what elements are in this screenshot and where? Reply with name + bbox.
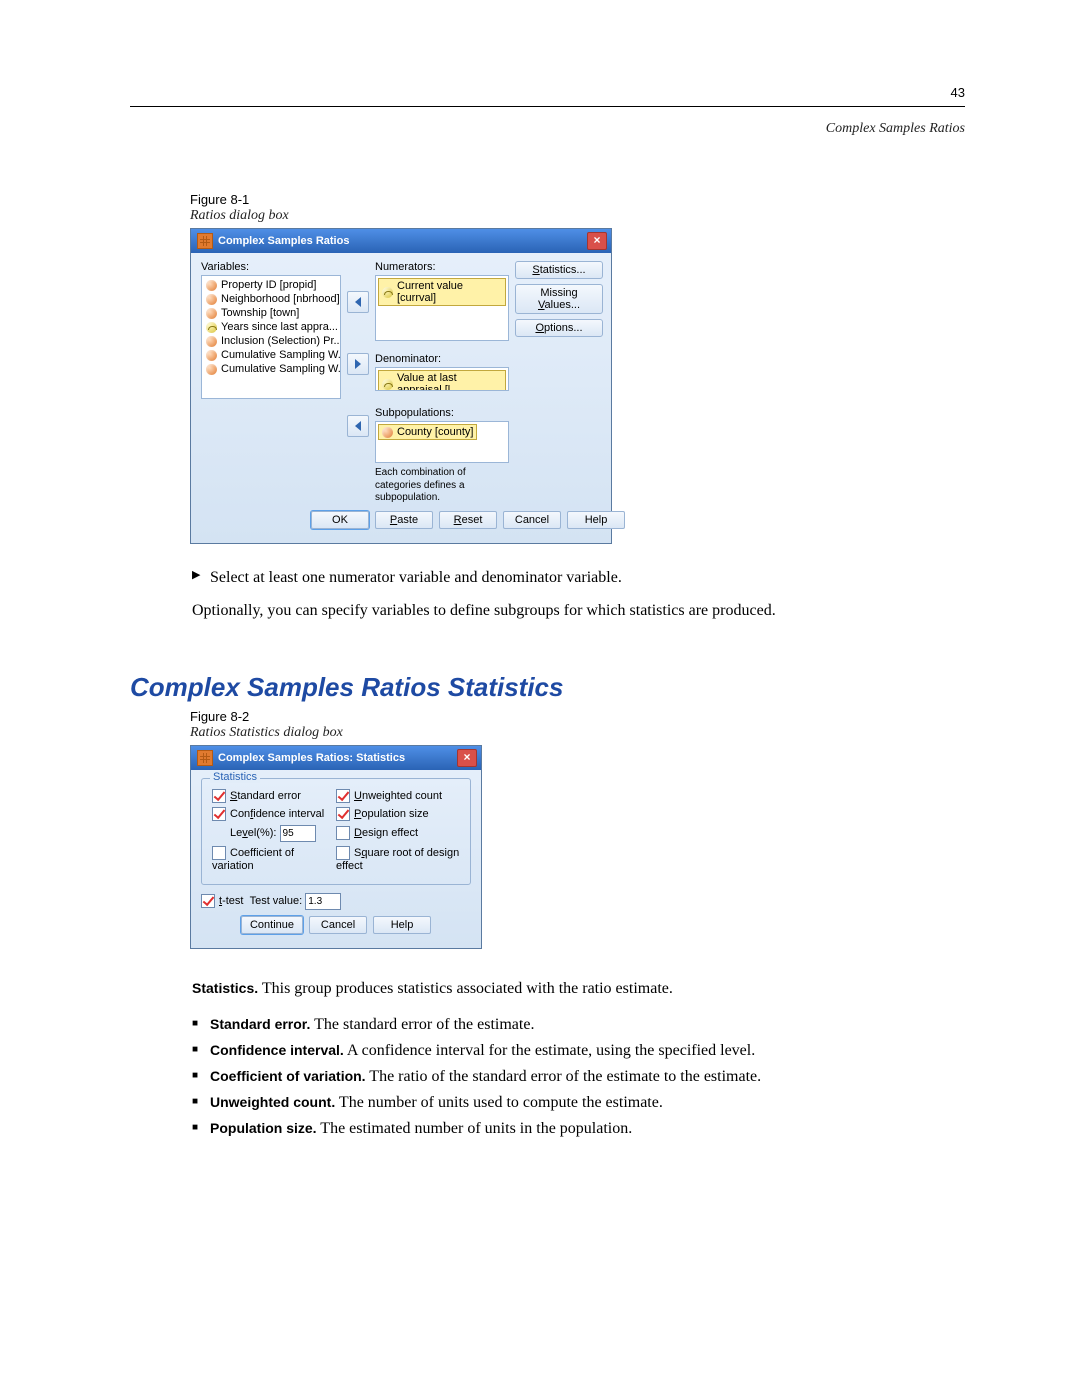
statistics-group: Statistics Standard error Unweighted cou… bbox=[201, 778, 471, 885]
targets-column: Numerators: Current value [currval] Deno… bbox=[375, 261, 509, 505]
statistics-button[interactable]: Statistics... bbox=[515, 261, 603, 279]
sqrt-design-effect-checkbox[interactable] bbox=[336, 846, 350, 860]
numerators-listbox[interactable]: Current value [currval] bbox=[375, 275, 509, 341]
numerators-label: Numerators: bbox=[375, 261, 509, 273]
bullet-item: Population size. The estimated number of… bbox=[192, 1120, 965, 1138]
dialog2-footer: Continue Cancel Help bbox=[201, 910, 471, 938]
move-subpop-button[interactable] bbox=[347, 415, 369, 437]
dialog2-titlebar[interactable]: Complex Samples Ratios: Statistics × bbox=[191, 746, 481, 770]
bullet-item: Unweighted count. The number of units us… bbox=[192, 1094, 965, 1112]
figure-2-caption: Ratios Statistics dialog box bbox=[190, 725, 965, 741]
nominal-icon bbox=[206, 280, 217, 291]
list-item[interactable]: Township [town] bbox=[204, 306, 338, 320]
ttest-checkbox[interactable] bbox=[201, 894, 215, 908]
nominal-icon bbox=[206, 294, 217, 305]
list-item[interactable]: Cumulative Sampling W... bbox=[204, 348, 338, 362]
variables-listbox[interactable]: Property ID [propid] Neighborhood [nbrho… bbox=[201, 275, 341, 399]
bullet-item: Standard error. The standard error of th… bbox=[192, 1016, 965, 1034]
variables-column: Variables: Property ID [propid] Neighbor… bbox=[201, 261, 341, 505]
move-numerator-button[interactable] bbox=[347, 291, 369, 313]
move-denominator-button[interactable] bbox=[347, 353, 369, 375]
subpopulations-listbox[interactable]: County [county] bbox=[375, 421, 509, 463]
test-value-input[interactable]: 1.3 bbox=[305, 893, 341, 910]
scale-icon bbox=[382, 287, 393, 298]
bullet-item: Confidence interval. A confidence interv… bbox=[192, 1042, 965, 1060]
app-icon bbox=[197, 233, 213, 249]
missing-values-button[interactable]: Missing Values... bbox=[515, 284, 603, 314]
subpopulations-label: Subpopulations: bbox=[375, 407, 509, 419]
dialog1-footer: OK Paste Reset Cancel Help bbox=[201, 505, 601, 533]
confidence-interval-checkbox[interactable] bbox=[212, 807, 226, 821]
statistics-bullets: Standard error. The standard error of th… bbox=[130, 1016, 965, 1138]
arrow-right-icon bbox=[355, 359, 361, 369]
optional-paragraph: Optionally, you can specify variables to… bbox=[192, 599, 965, 622]
dialog2-title: Complex Samples Ratios: Statistics bbox=[218, 752, 405, 764]
scale-icon bbox=[382, 379, 393, 390]
unweighted-count-checkbox[interactable] bbox=[336, 789, 350, 803]
cancel-button[interactable]: Cancel bbox=[309, 916, 367, 934]
arrow-left-icon bbox=[355, 297, 361, 307]
app-icon bbox=[197, 750, 213, 766]
options-button[interactable]: Options... bbox=[515, 319, 603, 337]
nominal-icon bbox=[206, 336, 217, 347]
list-item[interactable]: Cumulative Sampling W... bbox=[204, 362, 338, 376]
help-button[interactable]: Help bbox=[373, 916, 431, 934]
nominal-icon bbox=[206, 308, 217, 319]
reset-button[interactable]: Reset bbox=[439, 511, 497, 529]
page: 43 Complex Samples Ratios Figure 8-1 Rat… bbox=[0, 0, 1080, 1397]
scale-icon bbox=[206, 322, 217, 333]
figure-1-block: Figure 8-1 Ratios dialog box Complex Sam… bbox=[190, 192, 965, 544]
stats-intro: Statistics. This group produces statisti… bbox=[192, 977, 965, 1000]
subpop-hint: Each combination of categories defines a… bbox=[375, 467, 509, 505]
level-input[interactable]: 95 bbox=[280, 825, 316, 842]
transfer-buttons-column bbox=[347, 261, 369, 505]
nominal-icon bbox=[206, 350, 217, 361]
coefficient-variation-checkbox[interactable] bbox=[212, 846, 226, 860]
section-heading: Complex Samples Ratios Statistics bbox=[130, 672, 965, 703]
figure-2-label: Figure 8-2 bbox=[190, 709, 965, 724]
running-head: Complex Samples Ratios bbox=[130, 121, 965, 137]
standard-error-checkbox[interactable] bbox=[212, 789, 226, 803]
group-legend: Statistics bbox=[210, 771, 260, 783]
dialog1-titlebar[interactable]: Complex Samples Ratios × bbox=[191, 229, 611, 253]
instruction-list: Select at least one numerator variable a… bbox=[130, 566, 965, 589]
dialog1-body: Variables: Property ID [propid] Neighbor… bbox=[191, 253, 611, 543]
list-item[interactable]: Neighborhood [nbrhood] bbox=[204, 292, 338, 306]
population-size-checkbox[interactable] bbox=[336, 807, 350, 821]
list-item[interactable]: Property ID [propid] bbox=[204, 278, 338, 292]
ratios-dialog: Complex Samples Ratios × Variables: Prop… bbox=[190, 228, 612, 544]
bullet-item: Coefficient of variation. The ratio of t… bbox=[192, 1068, 965, 1086]
list-item[interactable]: Years since last appra... bbox=[204, 320, 338, 334]
arrow-left-icon bbox=[355, 421, 361, 431]
list-item[interactable]: Inclusion (Selection) Pr... bbox=[204, 334, 338, 348]
close-icon[interactable]: × bbox=[587, 232, 607, 250]
statistics-dialog: Complex Samples Ratios: Statistics × Sta… bbox=[190, 745, 482, 949]
ok-button[interactable]: OK bbox=[311, 511, 369, 529]
design-effect-checkbox[interactable] bbox=[336, 826, 350, 840]
ttest-row: t-test Test value: 1.3 bbox=[201, 893, 471, 910]
nominal-icon bbox=[382, 427, 393, 438]
instruction-item: Select at least one numerator variable a… bbox=[192, 566, 965, 589]
close-icon[interactable]: × bbox=[457, 749, 477, 767]
header-rule bbox=[130, 106, 965, 107]
help-button[interactable]: Help bbox=[567, 511, 625, 529]
figure-1-caption: Ratios dialog box bbox=[190, 208, 965, 224]
figure-2-block: Figure 8-2 Ratios Statistics dialog box … bbox=[190, 709, 965, 949]
page-number: 43 bbox=[130, 85, 965, 100]
side-buttons-column: Statistics... Missing Values... Options.… bbox=[515, 261, 601, 505]
cancel-button[interactable]: Cancel bbox=[503, 511, 561, 529]
dialog1-title: Complex Samples Ratios bbox=[218, 235, 349, 247]
nominal-icon bbox=[206, 364, 217, 375]
variables-label: Variables: bbox=[201, 261, 341, 273]
dialog2-body: Statistics Standard error Unweighted cou… bbox=[191, 770, 481, 948]
continue-button[interactable]: Continue bbox=[241, 916, 303, 934]
denominator-label: Denominator: bbox=[375, 353, 509, 365]
figure-1-label: Figure 8-1 bbox=[190, 192, 965, 207]
denominator-listbox[interactable]: Value at last appraisal [l... bbox=[375, 367, 509, 391]
paste-button[interactable]: Paste bbox=[375, 511, 433, 529]
